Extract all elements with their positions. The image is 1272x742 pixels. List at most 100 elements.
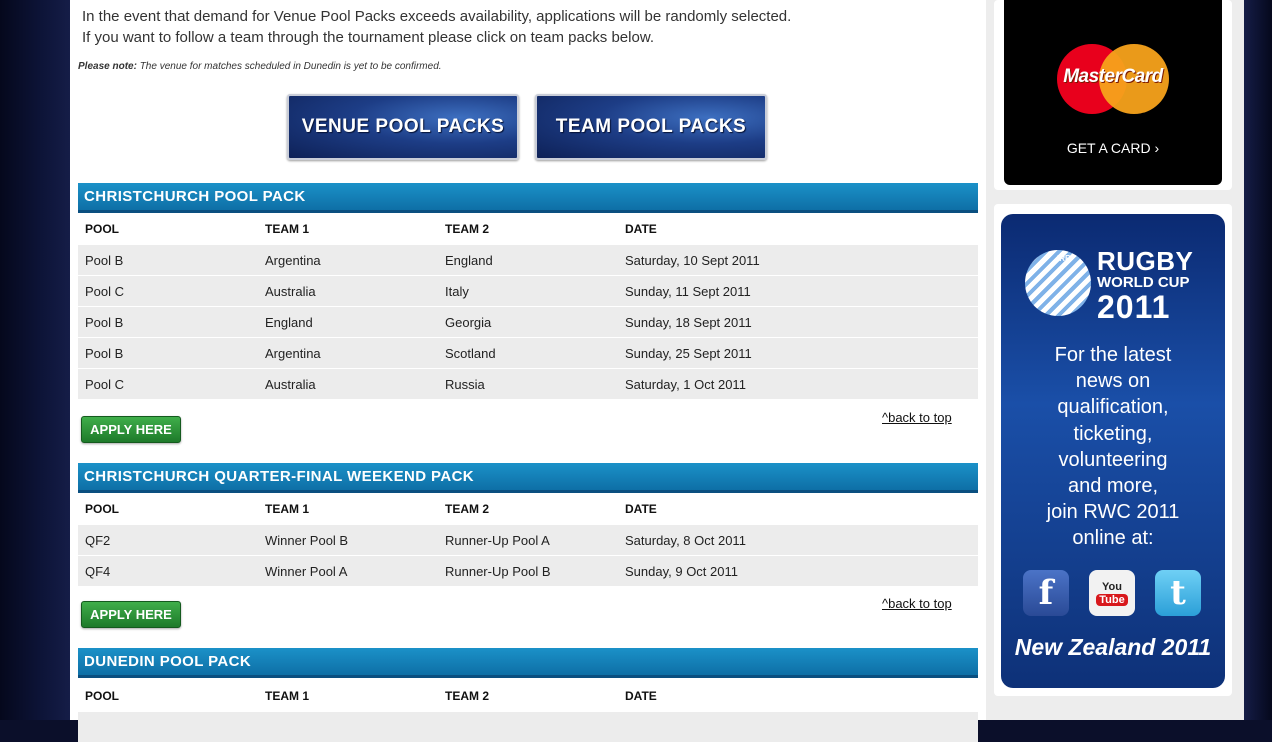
table-header-row: POOL TEAM 1 TEAM 2 DATE: [78, 680, 978, 712]
table-row: Pool CAustraliaRussiaSaturday, 1 Oct 201…: [78, 369, 978, 400]
mastercard-logo: MasterCard: [1057, 44, 1169, 116]
mastercard-logo-text: MasterCard: [1057, 66, 1169, 88]
rwc-promo-line: and more,: [1001, 473, 1225, 499]
section-header-christchurch-qf: CHRISTCHURCH QUARTER-FINAL WEEKEND PACK: [78, 463, 978, 493]
column-header-pool: POOL: [78, 493, 258, 525]
column-header-pool: POOL: [78, 680, 258, 712]
cell-pool: Pool B: [78, 338, 258, 369]
table-row: Pool BArgentinaScotlandSunday, 25 Sept 2…: [78, 338, 978, 369]
cell-team2: Georgia: [438, 307, 618, 338]
cell-date: Sunday, 18 Sept 2011: [618, 307, 978, 338]
cell-date: Saturday, 8 Oct 2011: [618, 525, 978, 556]
column-header-team1: TEAM 1: [258, 213, 438, 245]
cell-team2: Italy: [438, 276, 618, 307]
new-zealand-2011-logo: New Zealand 2011: [1001, 634, 1225, 661]
cell-team1: Argentina: [258, 245, 438, 276]
cell-date: Saturday, 10 Sept 2011: [618, 245, 978, 276]
cell-date: Sunday, 9 Oct 2011: [618, 556, 978, 587]
cell-team2: England: [438, 245, 618, 276]
cell-team1: Argentina: [258, 338, 438, 369]
cell-team2: Runner-Up Pool A: [438, 525, 618, 556]
cell-team1: Australia: [258, 369, 438, 400]
mastercard-ad[interactable]: MasterCard GET A CARD ›: [1004, 0, 1222, 185]
mastercard-widget: MasterCard GET A CARD ›: [994, 0, 1232, 190]
cell-team2: Runner-Up Pool B: [438, 556, 618, 587]
cell-team2: Russia: [438, 369, 618, 400]
rwc-promo-line: news on: [1001, 368, 1225, 394]
rwc-promo-line: volunteering: [1001, 447, 1225, 473]
rwc-title-line3: 2011: [1097, 291, 1193, 323]
intro-line-1: In the event that demand for Venue Pool …: [82, 6, 791, 27]
apply-here-button-christchurch-qf[interactable]: APPLY HERE: [81, 601, 181, 628]
venue-pool-packs-label: VENUE POOL PACKS: [302, 116, 505, 138]
page-background-right: [1244, 0, 1272, 720]
venue-note: Please note: The venue for matches sched…: [78, 61, 442, 72]
table-row: Pool CAustraliaItalySunday, 11 Sept 2011: [78, 276, 978, 307]
cell-pool: Pool B: [78, 245, 258, 276]
section-header-christchurch-pool: CHRISTCHURCH POOL PACK: [78, 183, 978, 213]
youtube-tube-text: Tube: [1096, 594, 1127, 606]
cell-team1: Winner Pool B: [258, 525, 438, 556]
cell-pool: QF2: [78, 525, 258, 556]
cell-date: Sunday, 25 Sept 2011: [618, 338, 978, 369]
table-row: Pool BArgentinaEnglandSaturday, 10 Sept …: [78, 245, 978, 276]
column-header-team1: TEAM 1: [258, 680, 438, 712]
rwc-title-line2: WORLD CUP: [1097, 275, 1193, 290]
column-header-team1: TEAM 1: [258, 493, 438, 525]
rwc-promo-line: online at:: [1001, 525, 1225, 551]
cell-date: Sunday, 11 Sept 2011: [618, 276, 978, 307]
column-header-date: DATE: [618, 213, 978, 245]
cell-pool: Pool C: [78, 276, 258, 307]
cell-pool: QF4: [78, 556, 258, 587]
cell-pool: Pool B: [78, 307, 258, 338]
rwc-promo-text: For the latest news on qualification, ti…: [1001, 342, 1225, 552]
table-row: QF4Winner Pool ARunner-Up Pool BSunday, …: [78, 556, 978, 587]
christchurch-qf-table: POOL TEAM 1 TEAM 2 DATE QF2Winner Pool B…: [78, 493, 978, 586]
sidebar: MasterCard GET A CARD › IRB RUGBY WORLD …: [986, 0, 1244, 720]
twitter-icon[interactable]: t: [1155, 570, 1201, 616]
note-text: The venue for matches scheduled in Duned…: [137, 61, 442, 72]
rwc-promo-line: join RWC 2011: [1001, 499, 1225, 525]
intro-text: In the event that demand for Venue Pool …: [82, 6, 791, 48]
get-a-card-link[interactable]: GET A CARD ›: [1004, 140, 1222, 156]
youtube-icon[interactable]: You Tube: [1089, 570, 1135, 616]
column-header-team2: TEAM 2: [438, 493, 618, 525]
facebook-icon[interactable]: f: [1023, 570, 1069, 616]
rwc-logo-text: RUGBY WORLD CUP 2011: [1097, 248, 1193, 323]
main-content: In the event that demand for Venue Pool …: [70, 0, 986, 720]
intro-line-2: If you want to follow a team through the…: [82, 27, 791, 48]
back-to-top-link[interactable]: ^back to top: [882, 410, 952, 425]
team-pool-packs-button[interactable]: TEAM POOL PACKS: [535, 94, 767, 160]
cell-team1: Winner Pool A: [258, 556, 438, 587]
venue-pool-packs-button[interactable]: VENUE POOL PACKS: [287, 94, 519, 160]
cell-pool: Pool C: [78, 369, 258, 400]
dunedin-pool-table: POOL TEAM 1 TEAM 2 DATE: [78, 680, 978, 742]
back-to-top-link[interactable]: ^back to top: [882, 596, 952, 611]
rwc-ad[interactable]: IRB RUGBY WORLD CUP 2011 For the latest …: [1001, 214, 1225, 688]
table-row: [78, 712, 978, 742]
column-header-date: DATE: [618, 493, 978, 525]
column-header-pool: POOL: [78, 213, 258, 245]
page-background-left: [0, 0, 70, 720]
rwc-promo-line: For the latest: [1001, 342, 1225, 368]
rwc-promo-line: ticketing,: [1001, 421, 1225, 447]
rwc-title-line1: RUGBY: [1097, 248, 1193, 274]
table-row: QF2Winner Pool BRunner-Up Pool ASaturday…: [78, 525, 978, 556]
youtube-you-text: You: [1102, 581, 1122, 593]
rwc-promo-line: qualification,: [1001, 394, 1225, 420]
column-header-team2: TEAM 2: [438, 213, 618, 245]
column-header-team2: TEAM 2: [438, 680, 618, 712]
cell-team1: England: [258, 307, 438, 338]
irb-label: IRB: [1057, 254, 1071, 263]
apply-here-button-christchurch-pool[interactable]: APPLY HERE: [81, 416, 181, 443]
rwc-widget: IRB RUGBY WORLD CUP 2011 For the latest …: [994, 204, 1232, 696]
table-header-row: POOL TEAM 1 TEAM 2 DATE: [78, 213, 978, 245]
table-header-row: POOL TEAM 1 TEAM 2 DATE: [78, 493, 978, 525]
section-header-dunedin-pool: DUNEDIN POOL PACK: [78, 648, 978, 678]
table-row: Pool BEnglandGeorgiaSunday, 18 Sept 2011: [78, 307, 978, 338]
cell-team1: Australia: [258, 276, 438, 307]
cell-team2: Scotland: [438, 338, 618, 369]
christchurch-pool-table: POOL TEAM 1 TEAM 2 DATE Pool BArgentinaE…: [78, 213, 978, 399]
note-label: Please note:: [78, 61, 137, 72]
team-pool-packs-label: TEAM POOL PACKS: [556, 116, 746, 138]
